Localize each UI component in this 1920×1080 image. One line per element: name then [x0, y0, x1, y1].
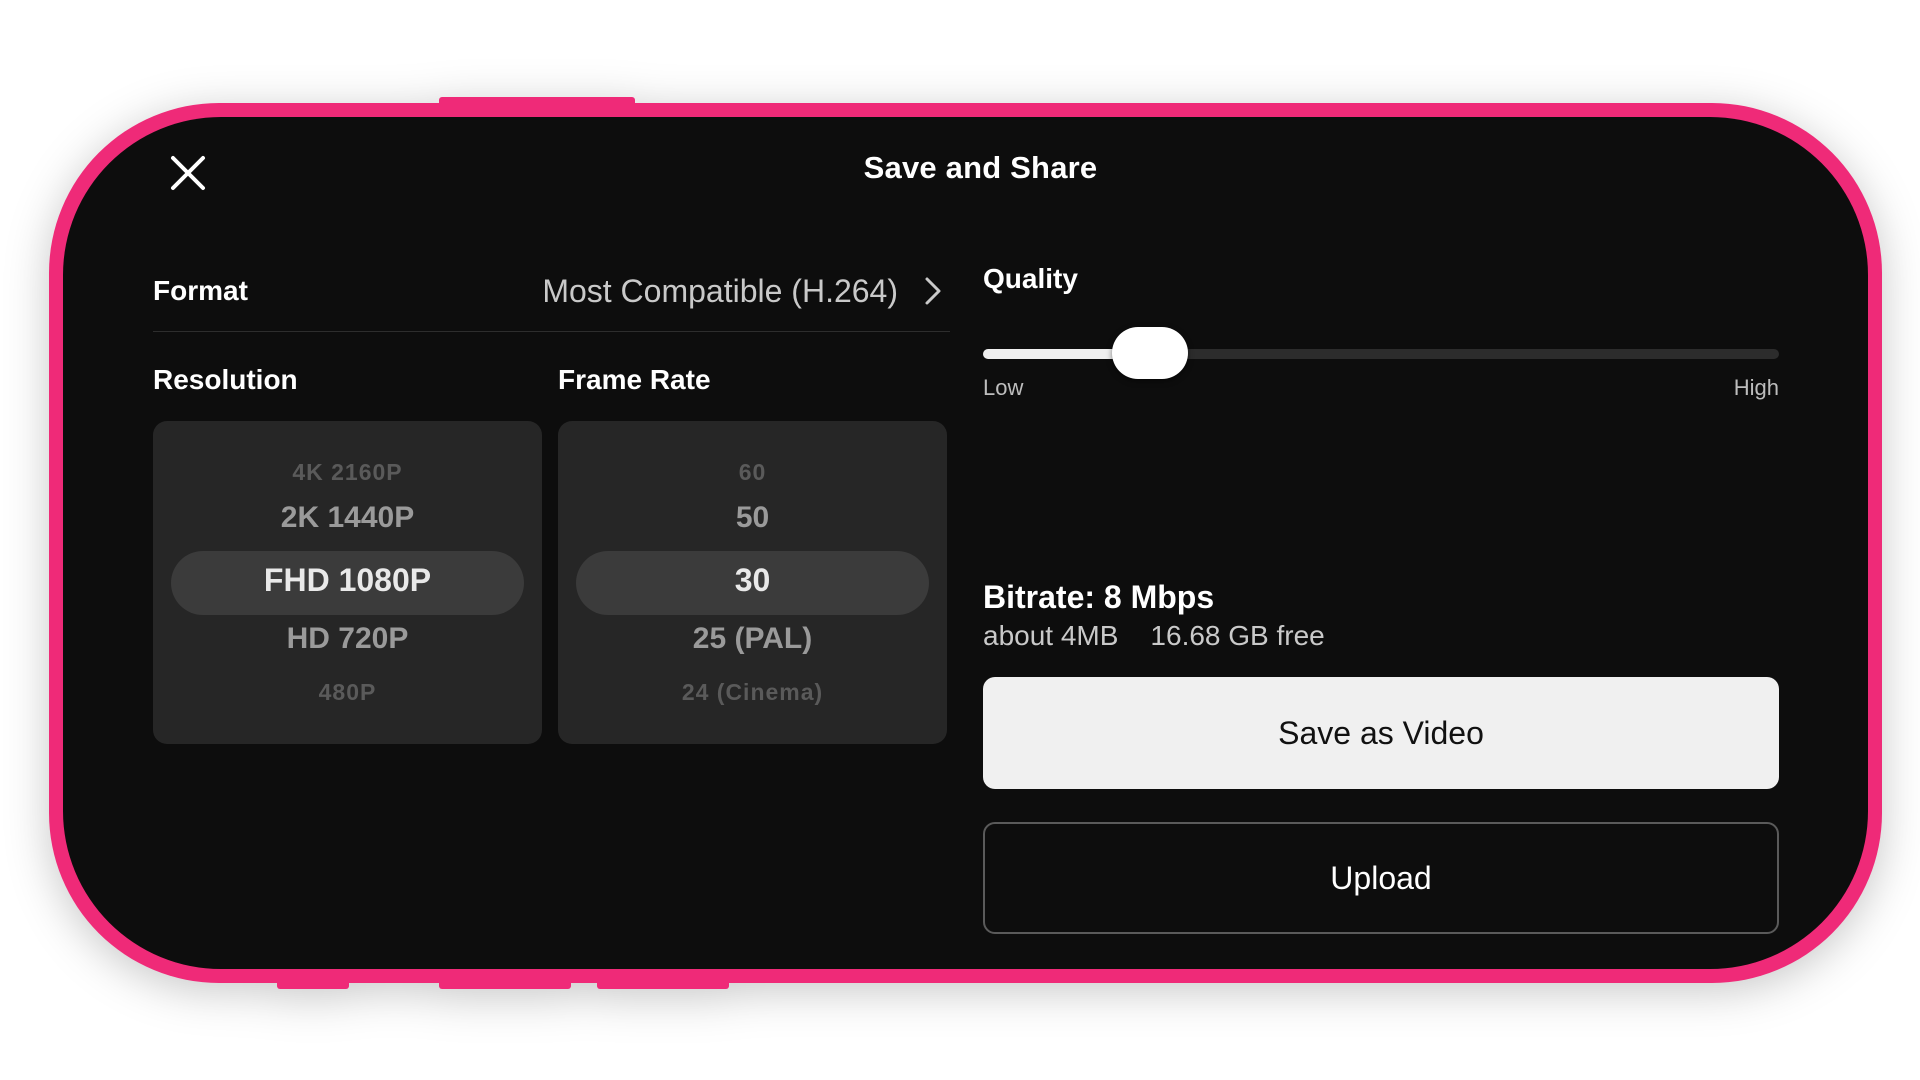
phone-device: Save and Share Format Most Compatible (H…	[49, 97, 1882, 989]
save-as-video-button[interactable]: Save as Video	[983, 677, 1779, 789]
resolution-label: Resolution	[153, 364, 298, 395]
side-button-3	[439, 977, 571, 989]
resolution-option[interactable]: 480P	[153, 679, 542, 706]
quality-label: Quality	[983, 263, 1078, 294]
frame-rate-option[interactable]: 50	[558, 501, 947, 535]
chevron-right-icon	[925, 277, 941, 305]
side-button-2	[277, 977, 349, 989]
resolution-option[interactable]: HD 720P	[153, 622, 542, 656]
side-button-1	[439, 97, 635, 109]
format-row[interactable]: Format Most Compatible (H.264)	[153, 261, 950, 332]
frame-rate-label: Frame Rate	[558, 364, 711, 395]
size-info: about 4MB 16.68 GB free	[983, 620, 1325, 652]
frame-rate-option[interactable]: 25 (PAL)	[558, 622, 947, 656]
page-title: Save and Share	[863, 150, 1098, 185]
size-estimate: about 4MB	[983, 620, 1119, 651]
save-share-screen: Save and Share Format Most Compatible (H…	[63, 117, 1868, 969]
upload-button[interactable]: Upload	[983, 822, 1779, 934]
resolution-option-selected[interactable]: FHD 1080P	[153, 562, 542, 599]
bitrate-text: Bitrate: 8 Mbps	[983, 579, 1215, 615]
quality-slider[interactable]	[983, 327, 1779, 379]
quality-slider-thumb[interactable]	[1112, 327, 1189, 379]
side-button-4	[597, 977, 729, 989]
frame-rate-picker[interactable]: 60 50 30 25 (PAL) 24 (Cinema)	[558, 421, 947, 744]
free-space: 16.68 GB free	[1150, 620, 1325, 651]
resolution-picker[interactable]: 4K 2160P 2K 1440P FHD 1080P HD 720P 480P	[153, 421, 542, 744]
resolution-option[interactable]: 4K 2160P	[153, 459, 542, 486]
format-value: Most Compatible (H.264)	[542, 273, 898, 309]
frame-rate-option-selected[interactable]: 30	[558, 562, 947, 599]
frame-rate-option[interactable]: 24 (Cinema)	[558, 679, 947, 706]
resolution-option[interactable]: 2K 1440P	[153, 501, 542, 535]
format-label: Format	[153, 275, 248, 306]
frame-rate-option[interactable]: 60	[558, 459, 947, 486]
quality-low-label: Low	[983, 375, 1024, 400]
quality-high-label: High	[1733, 375, 1779, 400]
